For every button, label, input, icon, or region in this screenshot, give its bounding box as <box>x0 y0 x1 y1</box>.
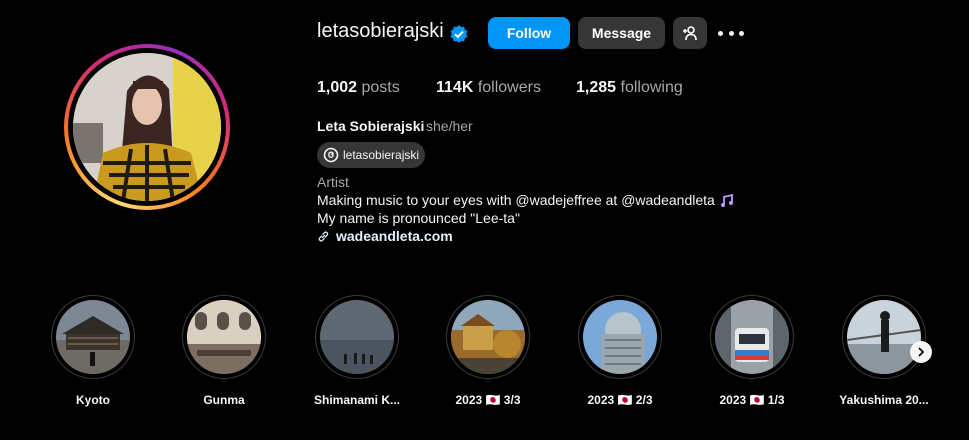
following-link[interactable]: 1,285 following <box>576 79 683 97</box>
highlight-cover <box>187 300 261 374</box>
posts-count: 1,002 posts <box>317 79 400 97</box>
highlight-label: 2023 🇯🇵 2/3 <box>587 393 653 407</box>
highlight-cover <box>56 300 130 374</box>
highlight-cover <box>583 300 657 374</box>
dot <box>718 30 723 36</box>
highlight-ring <box>51 295 135 379</box>
avatar-photo <box>73 53 221 201</box>
dot <box>728 30 734 36</box>
following-label: following <box>620 79 683 96</box>
highlight-item[interactable]: 2023 🇯🇵 2/3 <box>578 295 662 407</box>
dot <box>739 30 744 36</box>
highlight-item[interactable]: Yakushima 20... <box>839 295 929 407</box>
suggested-users-button[interactable] <box>673 17 707 49</box>
highlight-ring <box>446 295 530 379</box>
profile-full-name: Leta Sobierajski <box>317 118 425 134</box>
link-icon <box>318 230 329 242</box>
profile-pronouns: she/her <box>426 118 473 134</box>
profile-username: letasobierajski <box>317 20 444 42</box>
message-button[interactable]: Message <box>578 17 665 49</box>
highlights-next-button[interactable] <box>910 341 932 363</box>
profile-category: Artist <box>317 174 349 190</box>
highlight-label: 2023 🇯🇵 3/3 <box>455 393 521 407</box>
highlight-ring <box>710 295 794 379</box>
bio-line-2: My name is pronounced "Lee-ta" <box>317 210 520 226</box>
threads-icon <box>323 147 339 163</box>
highlight-ring <box>182 295 266 379</box>
highlight-label: 2023 🇯🇵 1/3 <box>719 393 785 407</box>
highlight-label: Yakushima 20... <box>839 393 929 407</box>
threads-handle: letasobierajski <box>343 148 420 162</box>
highlight-label: Kyoto <box>76 393 110 407</box>
following-value: 1,285 <box>576 79 617 96</box>
chevron-right-icon <box>918 347 925 357</box>
highlight-ring <box>578 295 662 379</box>
followers-link[interactable]: 114K followers <box>436 79 541 97</box>
website-text: wadeandleta.com <box>336 228 453 244</box>
highlight-item[interactable]: Gunma <box>182 295 266 407</box>
posts-label: posts <box>361 79 400 96</box>
followers-value: 114K <box>436 79 474 96</box>
highlight-ring <box>315 295 399 379</box>
highlight-cover <box>451 300 525 374</box>
highlight-label: Shimanami K... <box>313 393 401 407</box>
profile-website-link[interactable]: wadeandleta.com <box>317 228 453 244</box>
verified-badge-icon <box>450 25 468 43</box>
followers-label: followers <box>477 79 541 96</box>
highlight-item[interactable]: 2023 🇯🇵 3/3 <box>446 295 530 407</box>
follow-button[interactable]: Follow <box>488 17 570 49</box>
bio-line-1: Making music to your eyes with @wadejeff… <box>317 192 715 208</box>
highlight-cover <box>847 300 921 374</box>
add-user-icon <box>683 26 697 41</box>
highlight-ring <box>842 295 926 379</box>
threads-badge[interactable]: letasobierajski <box>317 142 425 168</box>
posts-value: 1,002 <box>317 79 358 96</box>
highlight-item[interactable]: 2023 🇯🇵 1/3 <box>710 295 794 407</box>
profile-avatar[interactable] <box>64 44 230 210</box>
highlight-cover <box>320 300 394 374</box>
more-options-icon[interactable] <box>718 23 744 43</box>
highlight-item[interactable]: Kyoto <box>51 295 135 407</box>
highlight-cover <box>715 300 789 374</box>
music-note-icon <box>721 193 733 207</box>
avatar-border <box>68 48 226 206</box>
highlight-item[interactable]: Shimanami K... <box>314 295 400 407</box>
highlight-label: Gunma <box>203 393 245 407</box>
